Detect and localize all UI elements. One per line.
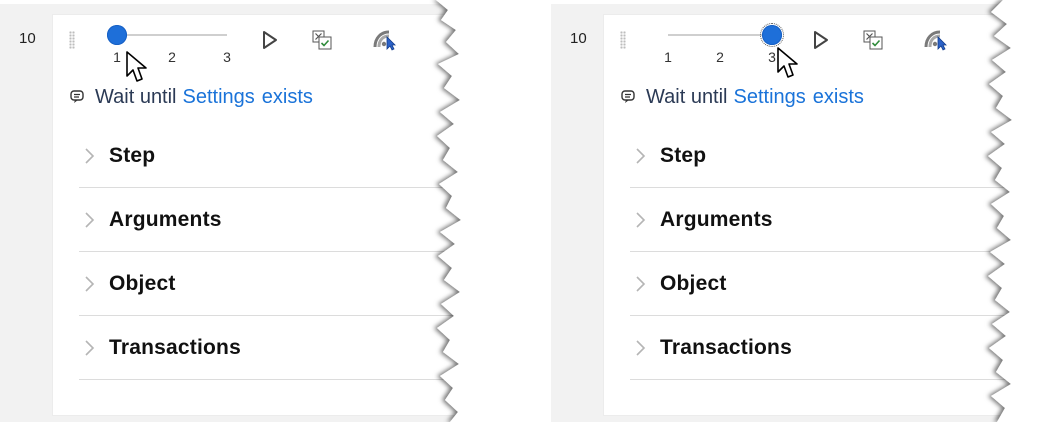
torn-edge: [988, 0, 1021, 422]
torn-edge: [436, 0, 470, 422]
step-panel-level-1: 10 1 2 3 Wait until Settings exists Step…: [0, 0, 470, 422]
step-panel-level-3: 10 1 2 3 Wait until Settings exists Step…: [551, 0, 1021, 422]
